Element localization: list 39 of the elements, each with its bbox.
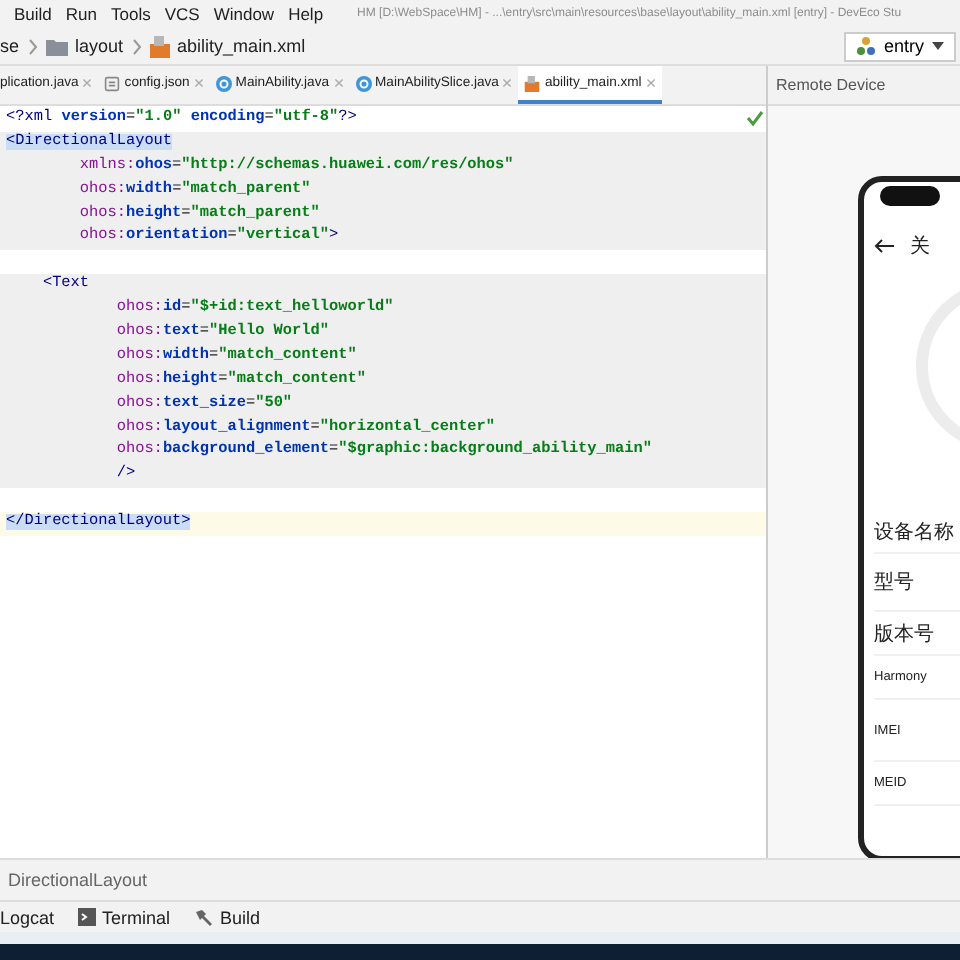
close-icon[interactable] — [82, 78, 93, 88]
file-icon — [524, 75, 541, 91]
caret-icon — [932, 42, 944, 50]
tool-window-tab[interactable]: Terminal — [78, 907, 171, 927]
breadcrumb-item[interactable]: DirectionalLayout — [8, 870, 148, 890]
module-icon — [855, 36, 876, 56]
menu-item[interactable]: Run — [65, 4, 97, 24]
page-title: 关 — [910, 233, 930, 260]
hammer-icon — [194, 908, 215, 926]
back-icon[interactable] — [874, 238, 894, 254]
file-icon — [149, 35, 170, 57]
breadcrumb-item[interactable]: ability_main.xml — [177, 36, 306, 56]
run-config-dropdown[interactable]: entry — [843, 31, 956, 61]
class-icon — [215, 75, 232, 91]
chevron-icon — [131, 37, 142, 55]
menu-item[interactable]: Tools — [111, 4, 151, 24]
setting-label[interactable]: 型号 — [874, 568, 914, 596]
close-icon[interactable] — [502, 78, 513, 88]
breadcrumb-item[interactable]: se — [0, 36, 20, 56]
file-icon — [104, 75, 121, 91]
tool-window-tab[interactable]: Logcat — [0, 907, 55, 927]
menu-item[interactable]: Window — [213, 4, 275, 24]
check-icon — [746, 110, 764, 126]
setting-label[interactable]: 设备名称 — [874, 517, 954, 545]
folder-icon — [45, 37, 68, 55]
panel-title: Remote Device — [768, 66, 960, 106]
camera-icon — [880, 186, 940, 206]
menu-item[interactable]: VCS — [164, 4, 200, 24]
close-icon[interactable] — [333, 78, 344, 88]
close-icon[interactable] — [645, 78, 656, 88]
breadcrumb-item[interactable]: layout — [75, 36, 124, 56]
menu-item[interactable]: Help — [288, 4, 324, 24]
chevron-icon — [27, 37, 38, 55]
class-icon — [355, 75, 372, 91]
close-icon[interactable] — [193, 78, 204, 88]
terminal-icon — [78, 908, 97, 926]
setting-label[interactable]: 版本号 — [874, 619, 934, 647]
tool-window-tab[interactable]: Build — [194, 907, 261, 927]
menu-item[interactable]: Build — [14, 4, 52, 24]
